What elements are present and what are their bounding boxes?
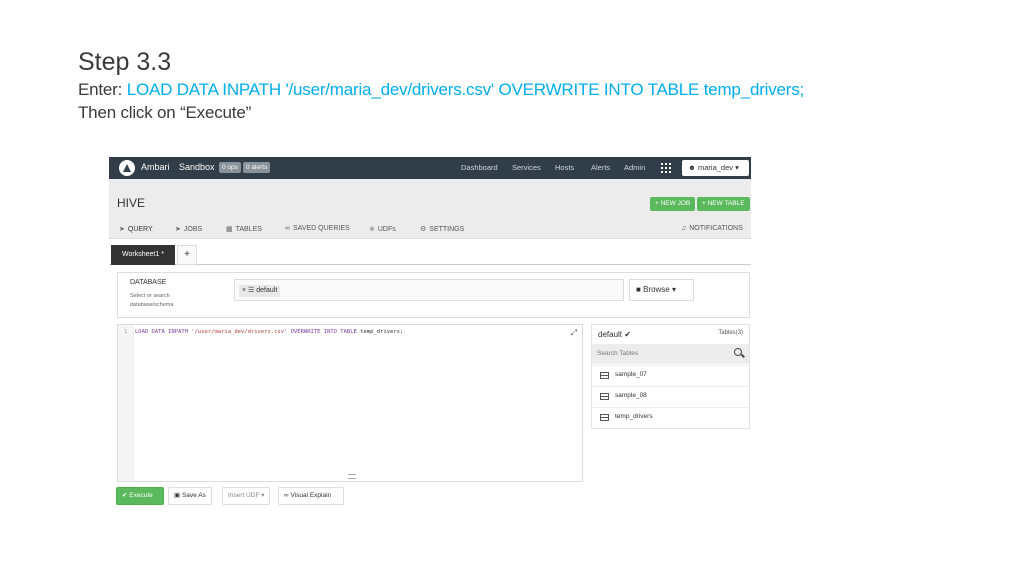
keyword-load: LOAD DATA INPATH [135, 329, 188, 335]
table-icon: ▦ [226, 226, 233, 233]
search-icon[interactable] [734, 348, 742, 356]
puzzle-icon: ✯ [369, 226, 375, 233]
gear-icon: ⚙ [420, 226, 427, 233]
sidebar-header: default ✔ Tables(3) [592, 325, 749, 344]
visual-explain-button[interactable]: ∞ Visual Explain [278, 487, 344, 505]
subnav-settings-label: SETTINGS [429, 226, 465, 233]
folder-icon: ■ [636, 285, 644, 294]
database-panel: DATABASE Select or search database/schem… [117, 272, 750, 318]
subnav-jobs-label: JOBS [183, 226, 203, 233]
subnav-tables-label: TABLES [235, 226, 262, 233]
subnav-udfs[interactable]: ✯ UDFs [369, 225, 396, 233]
keyword-overwrite: OVERWRITE INTO TABLE [290, 329, 357, 335]
selected-database-chip[interactable]: × ☰ default [239, 285, 281, 297]
subnav-saved-label: SAVED QUERIES [293, 225, 350, 232]
execute-button[interactable]: ✔ Execute [116, 487, 164, 505]
ops-badge[interactable]: 0 ops [219, 162, 241, 173]
ambari-screenshot: Ambari Sandbox 0 ops 0 alerts Dashboard … [109, 157, 751, 512]
expand-icon[interactable]: ⤢ [571, 328, 577, 338]
slide-title: Step 3.3 [78, 48, 172, 76]
database-hint: Select or search database/schema [130, 293, 174, 308]
save-as-button[interactable]: ▣ Save As [168, 487, 212, 505]
browse-button[interactable]: ■ Browse ▾ [629, 279, 694, 301]
table-grid-icon [600, 414, 609, 421]
views-grid-icon[interactable] [657, 160, 677, 176]
subnav-settings[interactable]: ⚙ SETTINGS [420, 225, 464, 233]
ambari-logo-icon[interactable] [119, 160, 135, 176]
nav-hosts[interactable]: Hosts [555, 163, 574, 172]
table-item-label: temp_drivers [615, 413, 653, 420]
nav-services[interactable]: Services [512, 163, 541, 172]
resize-handle-icon[interactable] [348, 474, 356, 479]
table-item-label: sample_08 [615, 392, 647, 399]
hive-title: HIVE [117, 196, 146, 210]
new-job-button[interactable]: + NEW JOB [650, 197, 696, 211]
top-navbar: Ambari Sandbox 0 ops 0 alerts Dashboard … [109, 157, 751, 179]
alerts-badge[interactable]: 0 alerts [243, 162, 271, 173]
table-item[interactable]: sample_08 [592, 386, 749, 407]
nav-alerts[interactable]: Alerts [591, 163, 610, 172]
user-icon: ☻ [688, 163, 698, 172]
cluster-name[interactable]: Sandbox [179, 162, 215, 172]
query-editor[interactable]: 1 LOAD DATA INPATH '/user/maria_dev/driv… [117, 324, 583, 482]
editor-gutter [118, 325, 134, 481]
search-tables-placeholder: Search Tables [597, 350, 639, 357]
subnav-notifications[interactable]: ♫ NOTIFICATIONS [681, 225, 743, 232]
selected-database-label: default [256, 287, 278, 294]
query-code-line[interactable]: LOAD DATA INPATH '/user/maria_dev/driver… [135, 329, 403, 335]
nav-dashboard[interactable]: Dashboard [461, 163, 498, 172]
command-text: LOAD DATA INPATH '/user/maria_dev/driver… [126, 80, 805, 99]
tables-count: Tables(3) [718, 330, 743, 336]
then-instruction: Then click on “Execute” [78, 103, 252, 122]
visual-explain-label: Visual Explain [290, 492, 332, 499]
worksheet-tabs: Worksheet1 * + [109, 243, 751, 265]
subnav-tables[interactable]: ▦ TABLES [226, 225, 262, 233]
search-tables-input[interactable]: Search Tables [592, 344, 749, 364]
insert-udf-button[interactable]: Insert UDF ▾ [222, 487, 270, 505]
user-name: maria_dev ▾ [697, 163, 739, 172]
table-name: temp_drivers; [360, 329, 404, 335]
subnav-notifications-label: NOTIFICATIONS [689, 225, 743, 232]
nav-admin[interactable]: Admin [624, 163, 645, 172]
floppy-icon: ▣ [174, 492, 182, 499]
path-string: '/user/maria_dev/drivers.csv' [191, 329, 288, 335]
brand-name: Ambari [141, 162, 170, 172]
user-menu-button[interactable]: ☻ maria_dev ▾ [682, 160, 749, 176]
paper-plane-icon: ➤ [119, 226, 125, 233]
subnav-query[interactable]: ➤ QUERY [119, 225, 153, 233]
sidebar-database[interactable]: default ✔ [598, 330, 631, 339]
browse-label: Browse ▾ [643, 285, 676, 294]
table-item-label: sample_07 [615, 371, 647, 378]
add-worksheet-button[interactable]: + [177, 245, 197, 265]
hive-header: HIVE + NEW JOB + NEW TABLE ➤ QUERY ➤ JOBS … [109, 179, 751, 239]
subnav-query-label: QUERY [127, 226, 153, 233]
table-grid-icon [600, 372, 609, 379]
table-item[interactable]: sample_07 [592, 365, 749, 386]
link-icon: ∞ [285, 225, 290, 232]
enter-prefix: Enter: [78, 80, 127, 99]
rocket-icon: ➤ [175, 226, 181, 233]
tables-sidebar: default ✔ Tables(3) Search Tables sample… [591, 324, 750, 429]
save-as-label: Save As [181, 492, 206, 499]
table-grid-icon [600, 393, 609, 400]
subnav-udfs-label: UDFs [377, 226, 396, 233]
tab-worksheet1[interactable]: Worksheet1 * [111, 245, 175, 265]
database-select[interactable]: × ☰ default [234, 279, 624, 301]
line-number: 1 [124, 329, 128, 335]
new-table-button[interactable]: + NEW TABLE [697, 197, 750, 211]
bell-icon: ♫ [681, 225, 687, 232]
enter-instruction: Enter: LOAD DATA INPATH '/user/maria_dev… [78, 80, 804, 100]
table-item[interactable]: temp_drivers [592, 407, 749, 428]
database-icon: × ☰ [242, 287, 257, 294]
hive-subnav: ➤ QUERY ➤ JOBS ▦ TABLES ∞ SAVED QUERIES ✯ UDF… [109, 221, 751, 239]
database-label: DATABASE [130, 279, 167, 286]
subnav-jobs[interactable]: ➤ JOBS [175, 225, 202, 233]
subnav-saved-queries[interactable]: ∞ SAVED QUERIES [285, 225, 350, 232]
